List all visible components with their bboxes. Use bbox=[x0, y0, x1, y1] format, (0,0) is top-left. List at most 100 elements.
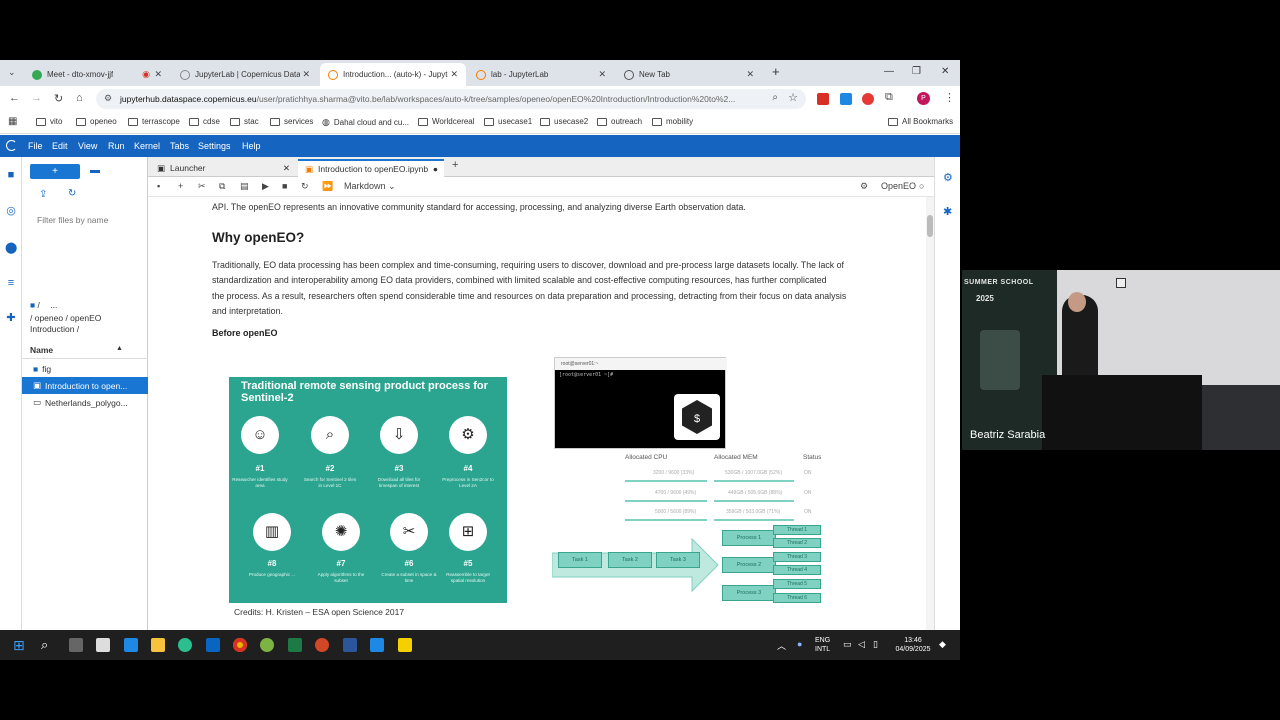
notebook-scrollbar[interactable] bbox=[926, 197, 934, 630]
zoom-icon[interactable]: ⌕ bbox=[772, 92, 778, 103]
unsaved-dot-icon[interactable]: ● bbox=[433, 164, 438, 174]
copy-icon[interactable]: ⧉ bbox=[219, 181, 225, 192]
cell-type-select[interactable]: Markdown ⌄ bbox=[344, 181, 396, 192]
chrome-icon[interactable] bbox=[233, 638, 247, 652]
bookmark-vito[interactable]: vito bbox=[36, 117, 62, 126]
bookmark-all[interactable]: All Bookmarks bbox=[888, 117, 953, 126]
close-icon[interactable]: ✕ bbox=[154, 69, 162, 80]
browser-tab-lab[interactable]: lab - JupyterLab ✕ bbox=[468, 63, 614, 86]
bookmark-outreach[interactable]: outreach bbox=[597, 117, 642, 126]
microphone-icon[interactable]: ● bbox=[797, 639, 802, 649]
bookmark-terrascope[interactable]: terrascope bbox=[128, 117, 180, 126]
file-row-fig[interactable]: ■ fig bbox=[22, 360, 148, 377]
restart-icon[interactable]: ↻ bbox=[301, 181, 309, 192]
site-info-icon[interactable]: ⚙ bbox=[104, 93, 112, 104]
menu-file[interactable]: File bbox=[28, 141, 43, 151]
camera-overlay-icon[interactable] bbox=[1116, 278, 1126, 288]
bookmark-worldcereal[interactable]: Worldcereal bbox=[418, 117, 475, 126]
app-icon[interactable] bbox=[124, 638, 138, 652]
menu-tabs[interactable]: Tabs bbox=[170, 141, 189, 151]
bookmark-dahal[interactable]: ◍ Dahal cloud and cu... bbox=[322, 117, 409, 128]
tab-search-icon[interactable]: ⌄ bbox=[8, 67, 16, 78]
browser-tab-jupyterlab[interactable]: JupyterLab | Copernicus Data S ✕ bbox=[172, 63, 318, 86]
table-of-contents-icon[interactable]: ≡ bbox=[5, 277, 17, 289]
network-icon[interactable]: ▭ bbox=[843, 639, 852, 650]
menu-kernel[interactable]: Kernel bbox=[134, 141, 160, 151]
notebook-content[interactable]: API. The openEO represents an innovative… bbox=[148, 197, 934, 630]
menu-settings[interactable]: Settings bbox=[198, 141, 231, 151]
excel-icon[interactable] bbox=[288, 638, 302, 652]
volume-icon[interactable]: ◁ bbox=[858, 639, 865, 650]
file-row-notebook[interactable]: ▣ Introduction to open... bbox=[22, 377, 148, 394]
debugger-icon[interactable]: ✱ bbox=[943, 205, 952, 218]
save-icon[interactable]: ▪ bbox=[157, 181, 160, 191]
minimize-button[interactable]: — bbox=[884, 66, 894, 77]
filter-files-input[interactable]: Filter files by name bbox=[30, 215, 142, 231]
bookmark-usecase1[interactable]: usecase1 bbox=[484, 117, 532, 126]
back-button[interactable]: ← bbox=[9, 92, 20, 104]
bookmark-stac[interactable]: stac bbox=[230, 117, 259, 126]
bookmark-services[interactable]: services bbox=[270, 117, 313, 126]
clock[interactable]: 13:46 04/09/2025 bbox=[890, 636, 936, 654]
apps-grid-icon[interactable]: ▦ bbox=[8, 116, 17, 127]
extensions-puzzle-icon[interactable]: ⧉ bbox=[885, 91, 893, 104]
file-explorer-icon[interactable] bbox=[151, 638, 165, 652]
close-window-button[interactable]: ✕ bbox=[941, 66, 949, 77]
stop-icon[interactable]: ■ bbox=[282, 181, 287, 191]
settings-gear-icon[interactable]: ⚙ bbox=[860, 181, 868, 192]
close-icon[interactable]: ✕ bbox=[598, 69, 606, 80]
battery-icon[interactable]: ▯ bbox=[873, 639, 878, 650]
bookmark-openeo[interactable]: openeo bbox=[76, 117, 117, 126]
folder-icon[interactable]: ■ bbox=[30, 300, 35, 310]
vscode-icon[interactable] bbox=[370, 638, 384, 652]
extension-red-icon[interactable] bbox=[817, 93, 829, 105]
new-tab-button[interactable]: + bbox=[772, 64, 780, 79]
reload-button[interactable]: ↻ bbox=[54, 92, 63, 105]
profile-avatar[interactable]: P bbox=[917, 92, 930, 105]
menu-kebab-icon[interactable]: ⋮ bbox=[944, 91, 955, 104]
breadcrumb-path[interactable]: / openeo / openEO bbox=[30, 313, 101, 323]
tab-launcher[interactable]: ▣ Launcher ✕ bbox=[150, 159, 296, 177]
insert-cell-icon[interactable]: + bbox=[178, 181, 183, 191]
menu-edit[interactable]: Edit bbox=[52, 141, 68, 151]
extension-icon[interactable]: ✚ bbox=[5, 312, 17, 324]
extension-opera-icon[interactable] bbox=[862, 93, 874, 105]
browser-tab-meet[interactable]: Meet - dto-xmov-jjf ◉ ✕ bbox=[24, 63, 170, 86]
bookmark-usecase2[interactable]: usecase2 bbox=[540, 117, 588, 126]
folder-icon[interactable]: ■ bbox=[5, 169, 17, 181]
extension-blue-icon[interactable] bbox=[840, 93, 852, 105]
paste-icon[interactable]: ▤ bbox=[240, 181, 249, 192]
forward-button[interactable]: → bbox=[31, 92, 42, 104]
running-kernels-icon[interactable]: ⬤ bbox=[5, 242, 17, 254]
bookmark-star-icon[interactable]: ☆ bbox=[788, 91, 798, 104]
powerpoint-icon[interactable] bbox=[315, 638, 329, 652]
sticky-notes-icon[interactable] bbox=[398, 638, 412, 652]
cut-icon[interactable]: ✂ bbox=[198, 181, 206, 192]
language-indicator[interactable]: ENG INTL bbox=[815, 636, 830, 654]
tab-notebook[interactable]: ▣ Introduction to openEO.ipynb ● bbox=[298, 159, 444, 177]
new-folder-icon[interactable]: ▬ bbox=[90, 165, 100, 176]
property-inspector-icon[interactable]: ⚙ bbox=[943, 171, 953, 184]
file-row-netherlands[interactable]: ▭ Netherlands_polygo... bbox=[22, 394, 148, 411]
close-icon[interactable]: ✕ bbox=[746, 69, 754, 80]
upload-icon[interactable]: ⇪ bbox=[39, 189, 47, 200]
word-icon[interactable] bbox=[343, 638, 357, 652]
restart-run-all-icon[interactable]: ⏩ bbox=[322, 181, 333, 192]
menu-view[interactable]: View bbox=[78, 141, 97, 151]
refresh-icon[interactable]: ↻ bbox=[68, 188, 76, 199]
browser-tab-introduction[interactable]: Introduction... (auto-k) - Jupyte ✕ bbox=[320, 63, 466, 86]
browser-tab-new[interactable]: New Tab ✕ bbox=[616, 63, 762, 86]
close-icon[interactable]: ✕ bbox=[283, 163, 290, 174]
home-button[interactable]: ⌂ bbox=[76, 92, 83, 104]
close-icon[interactable]: ✕ bbox=[450, 69, 458, 80]
new-launcher-button[interactable]: + bbox=[30, 164, 80, 179]
notification-bell-icon[interactable]: ◆ bbox=[939, 639, 946, 650]
bookmark-cdse[interactable]: cdse bbox=[189, 117, 220, 126]
search-icon[interactable]: ⌕ bbox=[41, 637, 48, 653]
breadcrumb-path-2[interactable]: Introduction / bbox=[30, 324, 79, 334]
url-field[interactable]: ⚙ jupyterhub.dataspace.copernicus.eu/use… bbox=[96, 89, 806, 109]
kernel-name[interactable]: OpenEO bbox=[881, 181, 916, 191]
run-icon[interactable]: ▶ bbox=[262, 181, 269, 192]
edge-icon[interactable] bbox=[178, 638, 192, 652]
task-view-icon[interactable] bbox=[69, 638, 83, 652]
